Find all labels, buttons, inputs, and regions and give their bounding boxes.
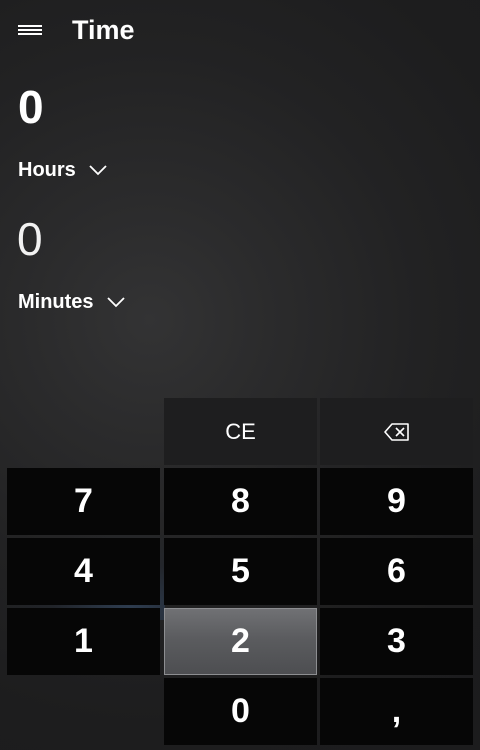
from-unit-label: Hours <box>18 159 76 181</box>
digit-6-button[interactable]: 6 <box>320 538 473 605</box>
digit-8-button[interactable]: 8 <box>164 468 317 535</box>
title-bar: Time <box>0 0 480 62</box>
digit-2-label: 2 <box>231 622 250 660</box>
digit-3-label: 3 <box>387 622 406 660</box>
to-unit-dropdown[interactable]: Minutes <box>18 287 125 317</box>
digit-1-button[interactable]: 1 <box>7 608 160 675</box>
app-title: Time <box>72 15 135 45</box>
hamburger-menu-icon[interactable] <box>12 14 48 46</box>
digit-8-label: 8 <box>231 482 250 520</box>
digit-5-label: 5 <box>231 552 250 590</box>
digit-9-button[interactable]: 9 <box>320 468 473 535</box>
digit-0-button[interactable]: 0 <box>164 678 317 745</box>
digit-2-button[interactable]: 2 <box>164 608 317 675</box>
digit-1-label: 1 <box>74 622 93 660</box>
decimal-separator-button[interactable]: , <box>320 678 473 745</box>
digit-4-button[interactable]: 4 <box>7 538 160 605</box>
decimal-separator-label: , <box>391 692 402 730</box>
backspace-button[interactable] <box>320 398 473 465</box>
digit-0-label: 0 <box>231 692 250 730</box>
from-value-display[interactable]: 0 <box>18 80 44 134</box>
digit-7-label: 7 <box>74 482 93 520</box>
clear-entry-label: CE <box>225 418 256 444</box>
from-unit-dropdown[interactable]: Hours <box>18 155 107 185</box>
digit-5-button[interactable]: 5 <box>164 538 317 605</box>
clear-entry-button[interactable]: CE <box>164 398 317 465</box>
chevron-down-icon <box>106 297 125 308</box>
to-value-display[interactable]: 0 <box>17 212 43 266</box>
digit-6-label: 6 <box>387 552 406 590</box>
digit-4-label: 4 <box>74 552 93 590</box>
backspace-icon <box>383 422 409 441</box>
chevron-down-icon <box>89 165 107 176</box>
digit-7-button[interactable]: 7 <box>7 468 160 535</box>
digit-3-button[interactable]: 3 <box>320 608 473 675</box>
to-unit-label: Minutes <box>18 291 94 313</box>
digit-9-label: 9 <box>387 482 406 520</box>
